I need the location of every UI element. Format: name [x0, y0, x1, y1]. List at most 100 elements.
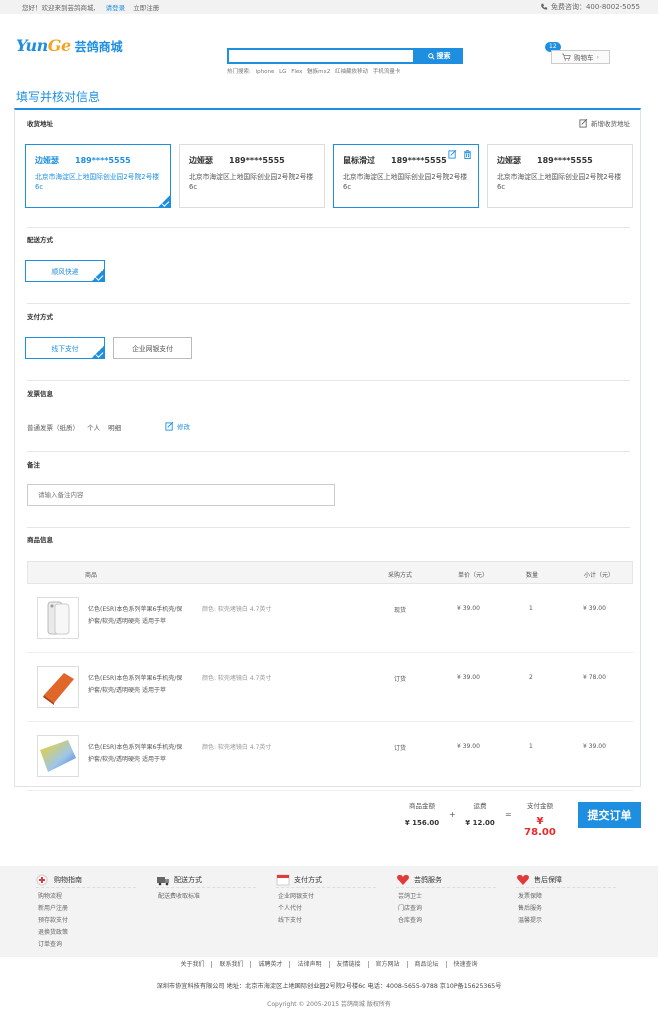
footer-link[interactable]: 企业网银支付 — [276, 891, 376, 903]
footer-link[interactable]: 线下支付 — [276, 915, 376, 927]
product-name[interactable]: 亿色(ESR)本色系列苹果6手机壳/保护套/软壳/透明硬壳 适用于苹 — [88, 742, 186, 766]
search-bar: 搜索 — [227, 48, 463, 64]
footer-col-aftersale: 售后保障 发票保障 售后服务 温馨提示 — [516, 874, 616, 927]
footer-bottom-link[interactable]: 友情链接 — [330, 960, 369, 968]
goods-table: 商品 采购方式 单价（元） 数量 小计（元） 亿色(ESR)本色系列苹果6手机壳… — [27, 561, 633, 791]
footer-link[interactable]: 退换货政策 — [36, 927, 136, 939]
edit-icon[interactable] — [448, 150, 457, 159]
table-header: 商品 采购方式 单价（元） 数量 小计（元） — [27, 561, 633, 584]
address-name-line: 边娅瑟 189****5555 — [35, 155, 161, 166]
heart-icon — [517, 874, 529, 885]
divider — [27, 527, 630, 528]
freight-value: ¥ 12.00 — [465, 819, 495, 827]
address-name-line: 边娅瑟 189****5555 — [189, 155, 315, 166]
search-input[interactable] — [227, 48, 415, 64]
footer-link[interactable]: 芸鸽卫士 — [396, 891, 496, 903]
table-row: 亿色(ESR)本色系列苹果6手机壳/保护套/软壳/透明硬壳 适用于苹 颜色: 软… — [27, 722, 633, 791]
cart-button[interactable]: 购物车 › — [551, 50, 610, 64]
footer-col-header: 售后保障 — [516, 874, 616, 888]
delivery-section-title: 配送方式 — [27, 236, 53, 244]
row-qty: 2 — [529, 674, 533, 681]
remark-input[interactable] — [27, 484, 335, 506]
footer-bottom-link[interactable]: 官方网站 — [369, 960, 408, 968]
footer-col-title: 芸鸽服务 — [414, 875, 442, 884]
login-link[interactable]: 请登录 — [106, 4, 126, 12]
delivery-option-sf[interactable]: 顺风快递 — [25, 260, 105, 282]
register-link[interactable]: 立即注册 — [133, 4, 159, 12]
product-image[interactable] — [37, 597, 79, 639]
payment-option-offline[interactable]: 线下支付 — [25, 337, 105, 359]
hot-item[interactable]: iphone — [256, 69, 275, 75]
invoice-who: 个人 — [87, 424, 101, 432]
product-name[interactable]: 亿色(ESR)本色系列苹果6手机壳/保护套/软壳/透明硬壳 适用于苹 — [88, 604, 186, 628]
footer-col-service: 芸鸽服务 芸鸽卫士 门店查询 仓库查询 — [396, 874, 496, 927]
product-name[interactable]: 亿色(ESR)本色系列苹果6手机壳/保护套/软壳/透明硬壳 适用于苹 — [88, 673, 186, 697]
footer-link[interactable]: 门店查询 — [396, 903, 496, 915]
invoice-type: 普通发票（纸质） — [27, 424, 79, 432]
pay-value: ¥ 78.00 — [524, 816, 556, 838]
logo-cn: 芸鸽商城 — [74, 40, 123, 54]
footer-bottom-link[interactable]: 关于我们 — [173, 960, 213, 968]
footer-bottom-link[interactable]: 法律声明 — [290, 960, 330, 968]
search-button-label: 搜索 — [436, 53, 451, 60]
address-card[interactable]: 边娅瑟 189****5555 北京市海淀区上地国际创业园2号院2号楼6c — [487, 144, 633, 208]
address-phone: 189****5555 — [537, 156, 593, 165]
footer-col-title: 购物指南 — [54, 875, 82, 884]
payment-option-label: 线下支付 — [51, 345, 79, 353]
table-row: 亿色(ESR)本色系列苹果6手机壳/保护套/软壳/透明硬壳 适用于苹 颜色: 软… — [27, 584, 633, 653]
hot-item[interactable]: 手机流量卡 — [373, 69, 401, 75]
footer-col-title: 配送方式 — [174, 875, 202, 884]
row-method: 订货 — [394, 745, 407, 752]
divider — [27, 303, 630, 304]
row-subtotal: ¥ 78.00 — [583, 674, 606, 681]
submit-order-button[interactable]: 提交订单 — [578, 802, 641, 828]
invoice-edit-button[interactable]: 修改 — [165, 421, 190, 431]
footer-bottom-link[interactable]: 诚聘英才 — [251, 960, 291, 968]
footer-link[interactable]: 发票保障 — [516, 891, 616, 903]
footer-link[interactable]: 预存款支付 — [36, 915, 136, 927]
footer-link[interactable]: 售后服务 — [516, 903, 616, 915]
company-info: 深圳市协宜科技有限公司 地址：北京市海淀区上地国际创业园2号院2号楼6c 电话：… — [156, 983, 502, 990]
product-image[interactable] — [37, 735, 79, 777]
guide-icon — [36, 874, 48, 885]
footer-bottom-link[interactable]: 商品论坛 — [408, 960, 447, 968]
hot-item[interactable]: 魅族mx2 — [307, 69, 330, 75]
footer-bottom-link[interactable]: 快速查询 — [447, 961, 485, 968]
footer-col-list: 发票保障 售后服务 温馨提示 — [516, 891, 616, 927]
address-card[interactable]: 鼠标滑过 189****5555 北京市海淀区上地国际创业园2号院2号楼6c — [333, 144, 479, 208]
address-detail: 北京市海淀区上地国际创业园2号院2号楼6c — [343, 173, 468, 191]
trash-icon[interactable] — [463, 150, 472, 159]
footer-bottom-link[interactable]: 联系我们 — [212, 960, 252, 968]
logo[interactable]: YunGe 芸鸽商城 — [16, 36, 123, 55]
address-name-line: 边娅瑟 189****5555 — [497, 155, 623, 166]
phone-case-clear-icon — [47, 601, 70, 635]
footer-link[interactable]: 个人代付 — [276, 903, 376, 915]
payment-option-bank[interactable]: 企业网银支付 — [113, 337, 192, 359]
footer-link[interactable]: 新用户注册 — [36, 903, 136, 915]
footer-col-delivery: 配送方式 配送费收取标准 — [156, 874, 256, 903]
cart-icon — [561, 53, 571, 61]
cart-label: 购物车 — [573, 54, 594, 62]
product-image[interactable] — [37, 666, 79, 708]
invoice-content: 明细 — [108, 424, 122, 432]
footer-link[interactable]: 温馨提示 — [516, 915, 616, 927]
hot-item[interactable]: 红袖藏依移动 — [335, 69, 368, 75]
row-method: 现货 — [394, 607, 407, 614]
hot-item[interactable]: Flex — [291, 69, 302, 75]
selected-check-icon — [91, 345, 105, 359]
new-address-button[interactable]: 新增收货地址 — [579, 118, 630, 128]
address-card[interactable]: 边娅瑟 189****5555 北京市海淀区上地国际创业园2号院2号楼6c — [179, 144, 325, 208]
footer-links: 关于我们 联系我们 诚聘英才 法律声明 友情链接 官方网站 商品论坛 快速查询 — [0, 957, 658, 971]
footer-col-list: 购物流程 新用户注册 预存款支付 退换货政策 订单查询 — [36, 891, 136, 951]
hot-item[interactable]: LG — [279, 69, 286, 75]
address-name: 鼠标滑过 — [343, 156, 375, 165]
chevron-right-icon: › — [596, 53, 600, 61]
row-subtotal: ¥ 39.00 — [583, 605, 606, 612]
footer-link[interactable]: 购物流程 — [36, 891, 136, 903]
freight-amount: 运费 ¥ 12.00 — [465, 800, 495, 827]
footer-link[interactable]: 仓库查询 — [396, 915, 496, 927]
search-button[interactable]: 搜索 — [415, 48, 463, 64]
footer-link[interactable]: 订单查询 — [36, 939, 136, 951]
address-card[interactable]: 边娅瑟 189****5555 北京市海淀区上地国际创业园2号院2号楼6c — [25, 144, 171, 208]
footer-link[interactable]: 配送费收取标准 — [156, 891, 256, 903]
